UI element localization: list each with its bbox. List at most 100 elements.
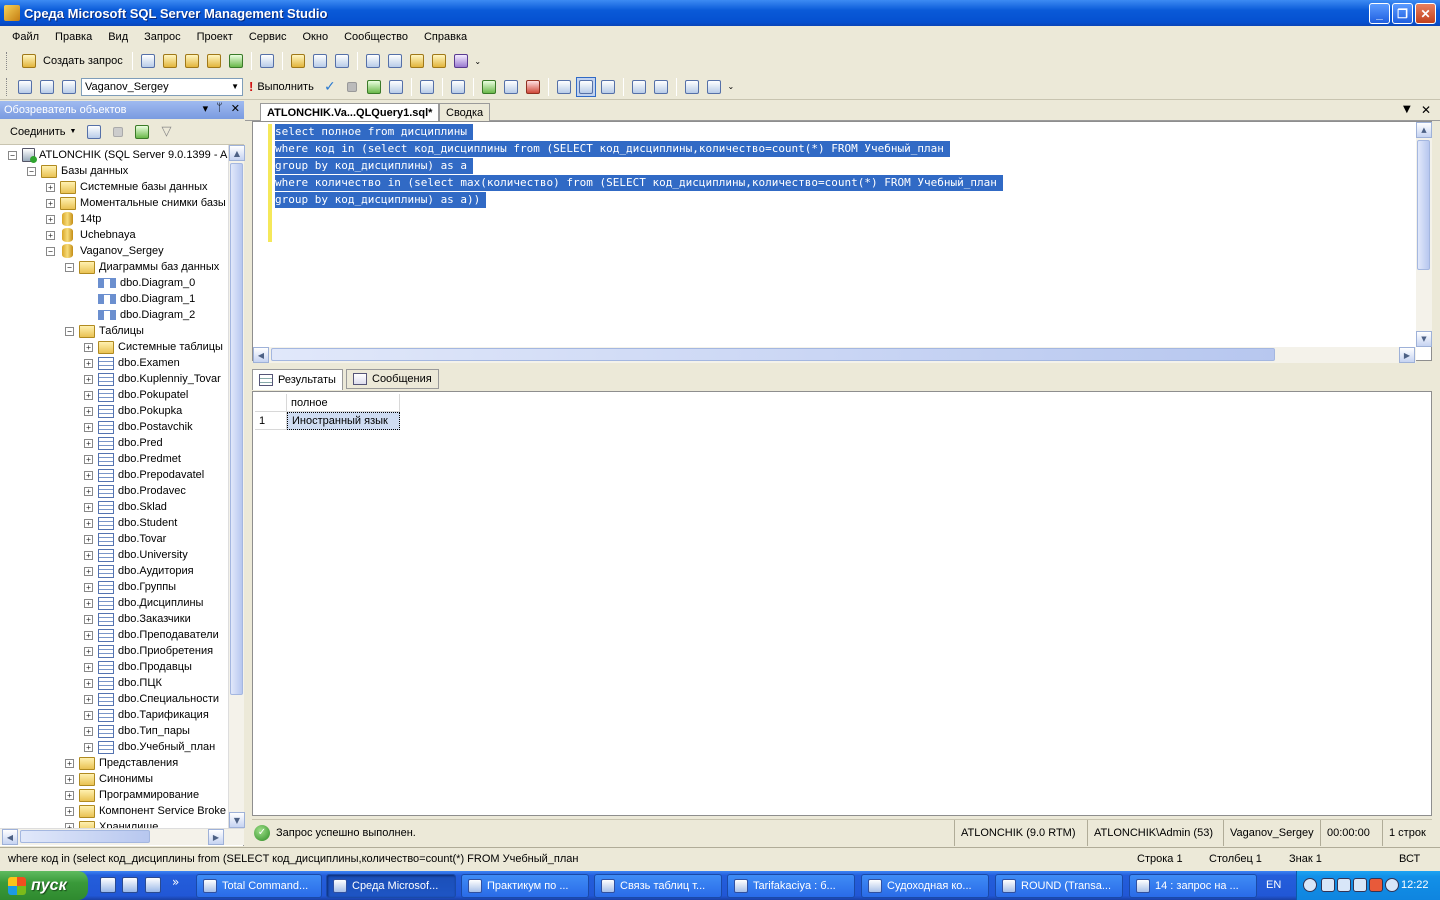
tree-node[interactable]: + dbo.Kuplenniy_Tovar: [84, 371, 221, 387]
expand-icon[interactable]: +: [84, 550, 93, 560]
task-word-shipping[interactable]: Судоходная ко...: [861, 874, 989, 898]
menu-query[interactable]: Запрос: [136, 31, 188, 43]
tree-node[interactable]: + dbo.Учебный_план: [84, 739, 215, 755]
task-ssms[interactable]: Среда Microsof...: [326, 874, 456, 898]
results-to-grid-icon[interactable]: [575, 76, 596, 97]
expand-icon[interactable]: +: [84, 726, 93, 736]
maximize-button[interactable]: ❐: [1392, 3, 1413, 24]
tree-node[interactable]: + dbo.Pokupatel: [84, 387, 188, 403]
include-statistics-icon[interactable]: [501, 77, 521, 97]
tree-node[interactable]: − Таблицы: [65, 323, 144, 339]
tab-messages[interactable]: Сообщения: [346, 369, 439, 389]
tree-node[interactable]: dbo.Diagram_2: [84, 307, 195, 323]
include-client-stats-icon[interactable]: [523, 77, 543, 97]
open-file-icon[interactable]: [288, 51, 308, 71]
connect-icon[interactable]: [15, 77, 35, 97]
tree-node[interactable]: + dbo.Sklad: [84, 499, 167, 515]
refresh-icon[interactable]: [132, 122, 152, 142]
tray-back-icon[interactable]: [1303, 878, 1317, 892]
sql-mobile-query-icon[interactable]: [226, 51, 246, 71]
scroll-thumb[interactable]: [20, 830, 150, 843]
solution-explorer-icon[interactable]: [429, 51, 449, 71]
tab-close-icon[interactable]: ✕: [1421, 103, 1431, 117]
tree-node[interactable]: + dbo.Приобретения: [84, 643, 213, 659]
scroll-thumb[interactable]: [271, 348, 1275, 361]
results-to-text-icon[interactable]: [554, 77, 574, 97]
tree-node[interactable]: − ATLONCHIK (SQL Server 9.0.1399 - A: [8, 147, 227, 163]
quicklaunch-ie-icon[interactable]: [100, 877, 116, 893]
tree-node[interactable]: + dbo.Специальности: [84, 691, 219, 707]
tab-list-icon[interactable]: ▼: [1403, 104, 1411, 115]
tree-node[interactable]: + Моментальные снимки базы: [46, 195, 226, 211]
analysis-query-icon[interactable]: [182, 51, 202, 71]
tree-node[interactable]: + dbo.Student: [84, 515, 177, 531]
code-line[interactable]: select полное from дисциплины: [275, 124, 474, 140]
tree-node[interactable]: + dbo.ПЦК: [84, 675, 162, 691]
code-line[interactable]: group by код_дисциплины) as a: [275, 158, 474, 174]
grid-cell[interactable]: Иностранный язык: [287, 412, 400, 430]
tray-app-icon[interactable]: [1385, 878, 1399, 892]
quicklaunch-app-icon[interactable]: [145, 877, 161, 893]
tree-node[interactable]: + dbo.Postavchik: [84, 419, 193, 435]
expand-icon[interactable]: +: [84, 502, 93, 512]
expand-icon[interactable]: +: [84, 534, 93, 544]
expand-icon[interactable]: +: [84, 470, 93, 480]
tab-results[interactable]: Результаты: [252, 369, 343, 390]
tree-node[interactable]: + dbo.Predmet: [84, 451, 181, 467]
tree-node[interactable]: − Базы данных: [27, 163, 128, 179]
task-word-links[interactable]: Связь таблиц т...: [594, 874, 722, 898]
tray-volume-icon[interactable]: [1353, 878, 1367, 892]
uncomment-lines-icon[interactable]: [651, 77, 671, 97]
menu-help[interactable]: Справка: [416, 31, 475, 43]
results-to-file-icon[interactable]: [598, 77, 618, 97]
code-line[interactable]: where количество in (select max(количест…: [275, 175, 1003, 191]
results-grid[interactable]: полное 1 Иностранный язык: [255, 394, 403, 432]
expand-icon[interactable]: +: [84, 518, 93, 528]
template-explorer-icon[interactable]: [407, 51, 427, 71]
scroll-left-icon[interactable]: ◀: [253, 347, 269, 363]
tree-node[interactable]: − Диаграммы баз данных: [65, 259, 219, 275]
tree-node[interactable]: + dbo.Тарификация: [84, 707, 209, 723]
include-plan-icon[interactable]: [479, 77, 499, 97]
row-header-corner[interactable]: [255, 394, 287, 412]
increase-indent-icon[interactable]: [704, 77, 724, 97]
tree-node[interactable]: + dbo.Дисциплины: [84, 595, 203, 611]
query-editor[interactable]: select полное from дисциплины where код …: [252, 121, 1432, 363]
tab-summary[interactable]: Сводка: [439, 103, 491, 121]
tab-query[interactable]: ATLONCHIK.Va...QLQuery1.sql*: [260, 103, 440, 121]
expand-icon[interactable]: +: [84, 598, 93, 608]
collapse-icon[interactable]: −: [46, 246, 55, 256]
language-indicator[interactable]: EN: [1266, 879, 1281, 891]
expand-icon[interactable]: +: [84, 678, 93, 688]
task-word-practicum[interactable]: Практикум по ...: [461, 874, 589, 898]
connect-explorer-icon[interactable]: [84, 122, 104, 142]
save-all-icon[interactable]: [332, 51, 352, 71]
expand-icon[interactable]: +: [46, 214, 55, 224]
task-round-help[interactable]: ROUND (Transa...: [995, 874, 1123, 898]
expand-icon[interactable]: +: [65, 806, 74, 816]
expand-icon[interactable]: +: [84, 374, 93, 384]
save-icon[interactable]: [310, 51, 330, 71]
scroll-thumb[interactable]: [1417, 140, 1430, 270]
close-button[interactable]: ✕: [1415, 3, 1436, 24]
display-plan-icon[interactable]: [364, 77, 384, 97]
disconnect-icon[interactable]: [37, 77, 57, 97]
cancel-query-icon[interactable]: [342, 77, 362, 97]
expand-icon[interactable]: +: [65, 774, 74, 784]
expand-icon[interactable]: +: [84, 342, 93, 352]
tree-node[interactable]: + dbo.Prodavec: [84, 483, 186, 499]
tree-node[interactable]: + dbo.Заказчики: [84, 611, 191, 627]
code-line[interactable]: where код in (select код_дисциплины from…: [275, 141, 950, 157]
collapse-icon[interactable]: −: [65, 262, 74, 272]
task-tarifakaciya[interactable]: Tarifakaciya : б...: [727, 874, 855, 898]
disconnect-explorer-icon[interactable]: [108, 122, 128, 142]
tree-node[interactable]: + Системные таблицы: [84, 339, 223, 355]
tree-vertical-scrollbar[interactable]: ▲ ▼: [228, 145, 245, 828]
task-total-commander[interactable]: Total Command...: [196, 874, 322, 898]
tree-node[interactable]: + Системные базы данных: [46, 179, 207, 195]
tree-node[interactable]: − Vaganov_Sergey: [46, 243, 164, 259]
menu-tools[interactable]: Сервис: [241, 31, 295, 43]
collapse-icon[interactable]: −: [27, 166, 36, 176]
object-explorer-icon[interactable]: [385, 51, 405, 71]
tree-node[interactable]: + dbo.Examen: [84, 355, 180, 371]
